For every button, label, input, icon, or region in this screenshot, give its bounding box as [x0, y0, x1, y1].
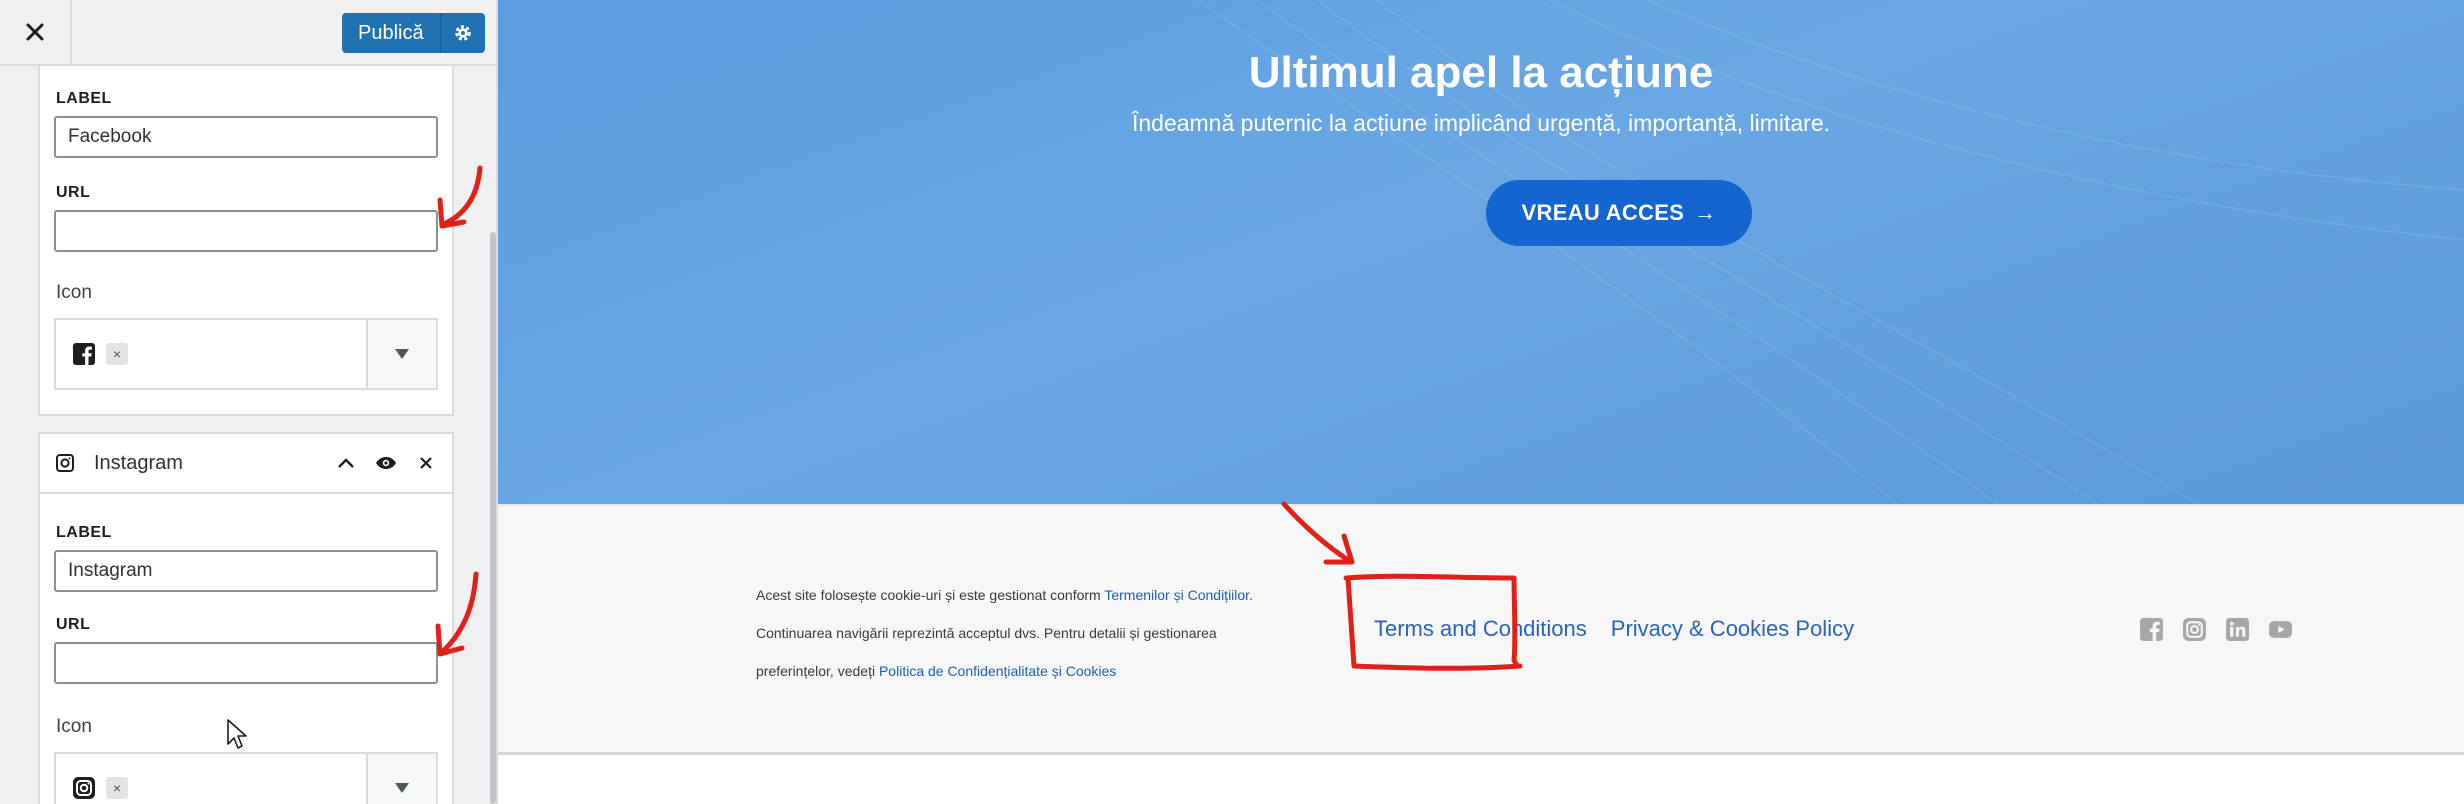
remove-icon-button[interactable]: × — [106, 343, 128, 365]
caret-down-icon — [395, 783, 409, 793]
social-item-facebook: LABEL Facebook URL Icon × — [38, 40, 454, 416]
icon-caption: Icon — [56, 282, 92, 303]
selected-icon: × — [56, 320, 366, 388]
cookie-notice-line-2: Continuarea navigării reprezintă acceptu… — [756, 625, 1217, 641]
instagram-icon[interactable] — [2182, 617, 2207, 642]
publish-group: Publică — [342, 13, 485, 53]
cookie-notice: Acest site folosește cookie-uri și este … — [756, 576, 1316, 690]
url-caption: URL — [56, 616, 91, 633]
customizer-sidebar: Publică LABEL Facebook URL Icon × Instag… — [0, 0, 498, 804]
collapse-item-button[interactable] — [326, 443, 366, 483]
customizer-header: Publică — [0, 0, 496, 66]
instagram-icon-select[interactable]: × — [54, 752, 438, 804]
access-button[interactable]: VREAU ACCES → — [1486, 180, 1752, 246]
facebook-label-input[interactable]: Facebook — [54, 116, 438, 158]
footer-terms-link[interactable]: Terms and Conditions — [1374, 616, 1587, 642]
close-customizer-button[interactable] — [0, 0, 72, 64]
toggle-visibility-button[interactable] — [366, 443, 406, 483]
cookie-notice-line-3: preferințelor, vedeți Politica de Confid… — [756, 652, 1316, 690]
instagram-icon — [56, 454, 74, 472]
cta-section: Ultimul apel la acțiune Îndeamnă puterni… — [498, 0, 2464, 504]
publish-settings-button[interactable] — [441, 13, 485, 53]
linkedin-icon[interactable] — [2225, 617, 2250, 642]
label-caption: LABEL — [56, 524, 112, 541]
gear-icon — [454, 25, 471, 41]
publish-button[interactable]: Publică — [342, 13, 441, 53]
close-icon — [26, 23, 44, 41]
label-caption: LABEL — [56, 90, 112, 107]
close-icon — [420, 457, 432, 469]
access-button-label: VREAU ACCES — [1521, 200, 1685, 225]
footer-nav: Terms and Conditions Privacy & Cookies P… — [1374, 616, 1854, 642]
remove-icon-button[interactable]: × — [106, 777, 128, 799]
icon-dropdown-toggle[interactable] — [366, 754, 436, 804]
site-footer: Acest site folosește cookie-uri și este … — [498, 504, 2464, 755]
icon-caption: Icon — [56, 716, 92, 737]
cta-title: Ultimul apel la acțiune — [1248, 48, 1714, 97]
cookie-notice-line-1: Acest site folosește cookie-uri și este … — [756, 576, 1316, 614]
remove-item-button[interactable] — [406, 443, 446, 483]
facebook-icon — [73, 343, 95, 365]
sidebar-scrollbar[interactable] — [490, 232, 496, 804]
social-icons — [2139, 617, 2293, 642]
terms-link[interactable]: Termenilor și Condițiilor — [1104, 587, 1249, 603]
facebook-icon-select[interactable]: × — [54, 318, 438, 390]
facebook-icon[interactable] — [2139, 617, 2164, 642]
cookie-notice-period: . — [1249, 587, 1253, 603]
instagram-item-header[interactable]: Instagram — [40, 434, 452, 494]
selected-icon: × — [56, 754, 366, 804]
chevron-up-icon — [338, 458, 354, 468]
instagram-url-input[interactable] — [54, 642, 438, 684]
social-item-instagram: Instagram LABEL Instagram URL Icon × — [38, 432, 454, 804]
caret-down-icon — [395, 349, 409, 359]
cookie-notice-text: preferințelor, vedeți — [756, 663, 879, 679]
instagram-label-input[interactable]: Instagram — [54, 550, 438, 592]
privacy-policy-link[interactable]: Politica de Confidențialitate și Cookies — [879, 663, 1116, 679]
icon-dropdown-toggle[interactable] — [366, 320, 436, 388]
eye-icon — [376, 457, 396, 469]
url-caption: URL — [56, 184, 91, 201]
instagram-icon — [73, 777, 95, 799]
footer-privacy-link[interactable]: Privacy & Cookies Policy — [1611, 616, 1854, 642]
youtube-icon[interactable] — [2268, 617, 2293, 642]
cookie-notice-text: Acest site folosește cookie-uri și este … — [756, 587, 1105, 603]
facebook-url-input[interactable] — [54, 210, 438, 252]
site-preview: Ultimul apel la acțiune Îndeamnă puterni… — [498, 0, 2464, 804]
instagram-item-title: Instagram — [94, 451, 183, 474]
arrow-right-icon: → — [1694, 200, 1717, 225]
cta-subtitle: Îndeamnă puternic la acțiune implicând u… — [1131, 110, 1831, 136]
